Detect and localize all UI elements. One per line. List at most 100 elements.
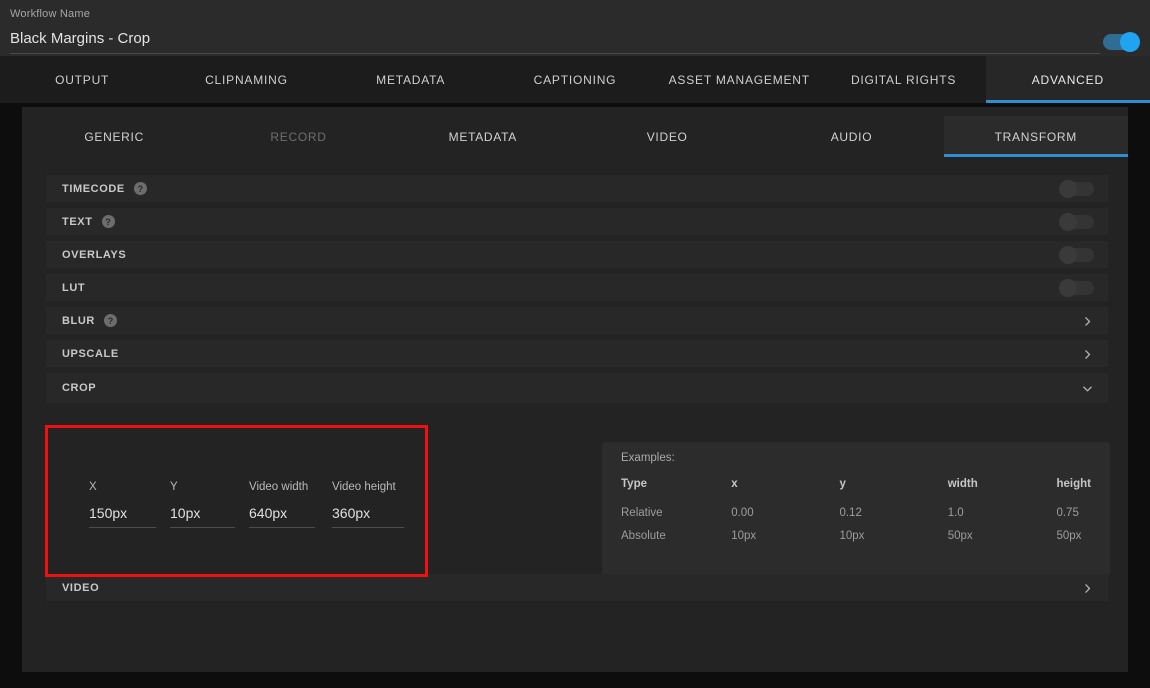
crop-field-video-width: Video width 640px <box>249 481 332 528</box>
subtab-label: METADATA <box>448 129 517 144</box>
help-icon[interactable]: ? <box>101 215 115 228</box>
subtab-metadata[interactable]: METADATA <box>391 116 575 157</box>
section-header-upscale[interactable]: UPSCALE <box>46 340 1108 367</box>
field-underline <box>170 527 235 528</box>
table-cell: 50px <box>947 530 973 542</box>
column-header: x <box>731 478 738 490</box>
tab-captioning[interactable]: CAPTIONING <box>493 56 657 103</box>
table-cell: 10px <box>839 530 865 542</box>
examples-card: Examples: Type x y width height Relative 0.00 0.… <box>602 442 1110 577</box>
column-header: height <box>1056 478 1091 490</box>
subtab-generic[interactable]: GENERIC <box>22 116 206 157</box>
subtab-label: RECORD <box>270 129 327 144</box>
table-header-row: Type x y width height <box>621 472 1091 496</box>
workflow-enabled-toggle[interactable] <box>1103 32 1140 52</box>
field-input[interactable]: 10px <box>170 505 249 527</box>
tab-label: DIGITAL RIGHTS <box>850 72 957 87</box>
section-toggle[interactable] <box>1059 180 1094 198</box>
tab-clipnaming[interactable]: CLIPNAMING <box>164 56 328 103</box>
table-cell: 0.12 <box>839 507 862 519</box>
workflow-name-input[interactable]: Black Margins - Crop <box>10 30 150 47</box>
toggle-knob <box>1059 180 1077 198</box>
section-title: LUT <box>62 281 86 294</box>
section-title: TIMECODE <box>62 182 125 195</box>
section-upscale: UPSCALE <box>46 340 1108 367</box>
table-row: Relative 0.00 0.12 1.0 0.75 <box>621 496 1091 519</box>
crop-field-video-height: Video height 360px <box>332 481 410 528</box>
field-label: X <box>89 481 97 493</box>
workflow-name-label: Workflow Name <box>10 8 91 20</box>
section-title: VIDEO <box>62 581 100 594</box>
table-cell: 10px <box>731 530 757 542</box>
section-header-video[interactable]: VIDEO <box>46 574 1108 601</box>
section-toggle[interactable] <box>1059 213 1094 231</box>
crop-section-body: X 150px Y 10px Video width 640px Video height 3… <box>46 403 1110 577</box>
tab-advanced[interactable]: ADVANCED <box>985 56 1150 103</box>
tab-label: CLIPNAMING <box>205 72 288 87</box>
toggle-knob <box>1059 213 1077 231</box>
chevron-right-icon[interactable] <box>1082 349 1092 359</box>
section-header-text[interactable]: TEXT? <box>46 208 1108 235</box>
tab-label: OUTPUT <box>55 72 110 87</box>
subtab-label: VIDEO <box>646 129 688 144</box>
section-blur: BLUR? <box>46 307 1108 334</box>
subtab-video[interactable]: VIDEO <box>575 116 759 157</box>
tab-metadata[interactable]: METADATA <box>329 56 493 103</box>
column-header: Type <box>621 478 647 490</box>
section-header-blur[interactable]: BLUR? <box>46 307 1108 334</box>
field-underline <box>332 527 404 528</box>
section-header-overlays[interactable]: OVERLAYS <box>46 241 1108 268</box>
field-label: Y <box>170 481 178 493</box>
section-toggle[interactable] <box>1059 279 1094 297</box>
field-underline <box>249 527 315 528</box>
crop-field-y: Y 10px <box>170 481 249 528</box>
table-cell: 1.0 <box>947 507 964 519</box>
tab-asset-management[interactable]: ASSET MANAGEMENT <box>657 56 821 103</box>
section-header-crop[interactable]: CROP <box>46 373 1108 403</box>
examples-table: Type x y width height Relative 0.00 0.12 1.0 0.75… <box>621 472 1091 542</box>
tab-label: CAPTIONING <box>533 72 617 87</box>
tab-output[interactable]: OUTPUT <box>0 56 164 103</box>
section-overlays: OVERLAYS <box>46 241 1108 268</box>
field-underline <box>89 527 156 528</box>
section-toggle[interactable] <box>1059 246 1094 264</box>
chevron-down-icon[interactable] <box>1082 383 1092 393</box>
section-title: OVERLAYS <box>62 248 127 261</box>
tab-label: ASSET MANAGEMENT <box>668 72 810 87</box>
chevron-right-icon[interactable] <box>1082 583 1092 593</box>
table-row: Absolute 10px 10px 50px 50px <box>621 519 1091 542</box>
field-label: Video width <box>249 481 309 493</box>
section-title: BLUR <box>62 314 95 327</box>
table-cell: Absolute <box>621 530 666 542</box>
sub-tab-bar: GENERIC RECORD METADATA VIDEO AUDIO TRANSFORM <box>22 116 1129 157</box>
table-cell: 0.00 <box>731 507 754 519</box>
table-cell: 50px <box>1056 530 1082 542</box>
section-text: TEXT? <box>46 208 1108 235</box>
table-cell: Relative <box>621 507 663 519</box>
column-header: y <box>839 478 846 490</box>
transform-section-list: TIMECODE? TEXT? OVERLAYS LUT BLUR? UPSCALE CRO… <box>46 175 1110 607</box>
tab-label: METADATA <box>376 72 446 87</box>
subtab-transform[interactable]: TRANSFORM <box>943 116 1129 157</box>
section-video: VIDEO <box>46 574 1108 601</box>
help-icon[interactable]: ? <box>103 314 117 327</box>
field-input[interactable]: 360px <box>332 505 410 527</box>
field-input[interactable]: 640px <box>249 505 332 527</box>
subtab-audio[interactable]: AUDIO <box>759 116 943 157</box>
help-icon[interactable]: ? <box>133 182 147 195</box>
tab-digital-rights[interactable]: DIGITAL RIGHTS <box>821 56 985 103</box>
crop-field-x: X 150px <box>89 481 170 528</box>
toggle-knob <box>1059 279 1077 297</box>
section-title: TEXT <box>62 215 93 228</box>
section-header-lut[interactable]: LUT <box>46 274 1108 301</box>
field-input[interactable]: 150px <box>89 505 170 527</box>
section-crop: CROP X 150px Y 10px Video width 640px Video hei… <box>46 373 1110 577</box>
tab-label: ADVANCED <box>1031 72 1104 87</box>
section-title: CROP <box>62 382 97 394</box>
chevron-right-icon[interactable] <box>1082 316 1092 326</box>
workflow-name-underline <box>10 53 1100 54</box>
toggle-knob <box>1059 246 1077 264</box>
toggle-knob <box>1120 32 1140 52</box>
section-header-timecode[interactable]: TIMECODE? <box>46 175 1108 202</box>
column-header: width <box>947 478 978 490</box>
